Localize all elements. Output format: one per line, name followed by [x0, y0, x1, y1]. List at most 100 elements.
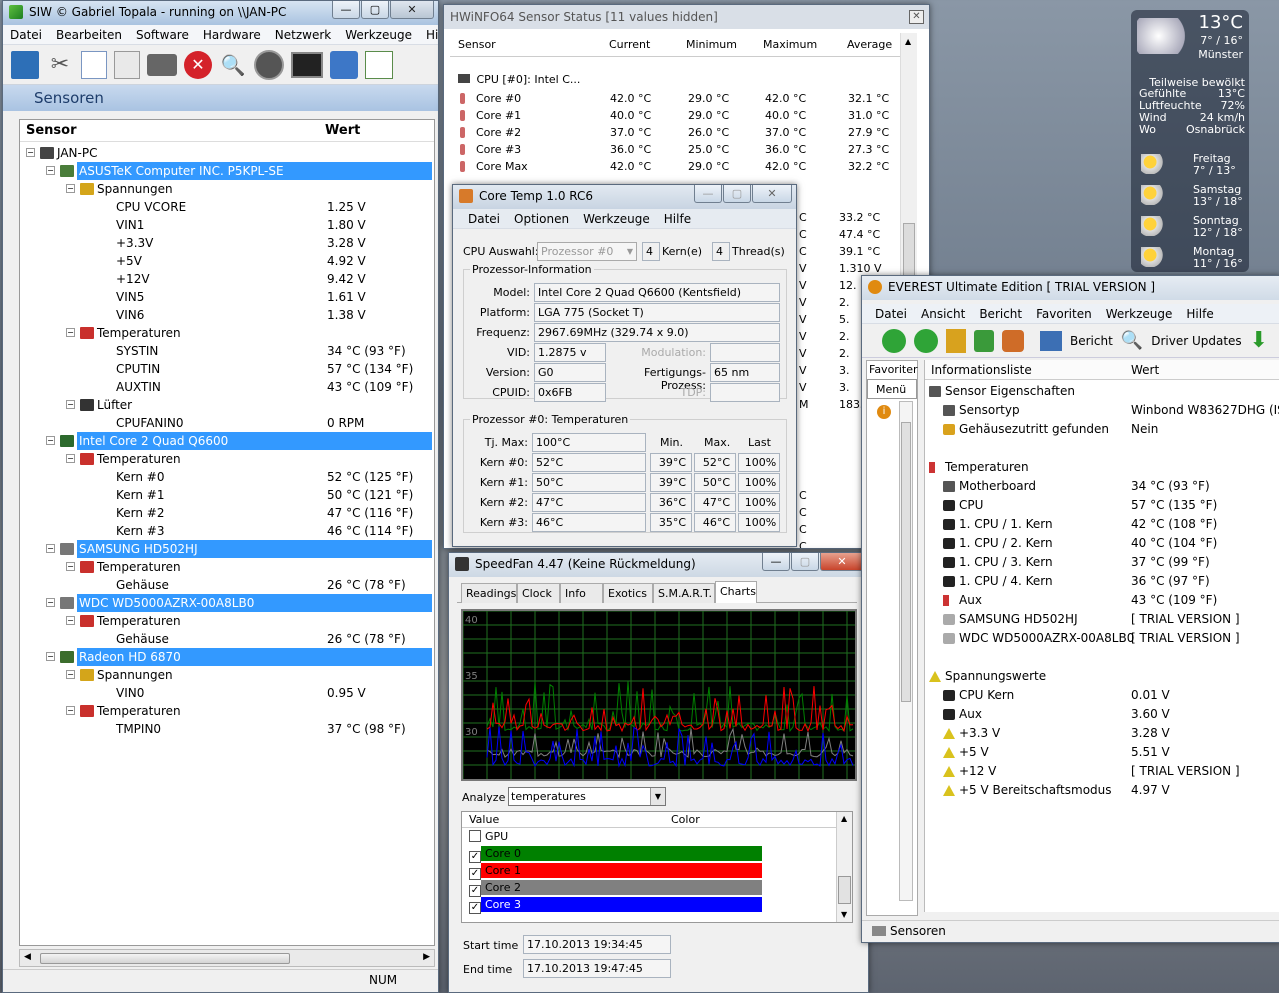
driver-updates-button[interactable]: Driver Updates — [1151, 334, 1241, 348]
weather-gadget[interactable]: 13°C 7° / 16° Münster Teilweise bewölkt … — [1131, 10, 1249, 272]
col-value[interactable]: Wert — [325, 123, 360, 138]
speedfan-titlebar[interactable]: SpeedFan 4.47 (Keine Rückmeldung) — ▢ ✕ — [449, 553, 868, 577]
expander-icon[interactable]: − — [66, 562, 75, 571]
info-row[interactable]: CPU Kern 0.01 V — [925, 686, 1279, 705]
tree-row[interactable]: − SAMSUNG HD502HJ — [20, 540, 434, 558]
tree-row[interactable]: Gehäuse 26 °C (78 °F) — [20, 630, 434, 648]
tree-row[interactable]: Kern #1 50 °C (121 °F) — [20, 486, 434, 504]
maximize-button[interactable]: ▢ — [361, 1, 389, 19]
forecast-day[interactable]: Samstag 13° / 18° — [1139, 181, 1245, 212]
legend-item[interactable]: ✓ Core 2 — [462, 879, 852, 897]
tree-row[interactable]: − Temperaturen — [20, 612, 434, 630]
info-row[interactable] — [925, 648, 1279, 667]
hwinfo-row[interactable]: Core Max 42.0 °C 29.0 °C 42.0 °C 32.2 °C — [458, 158, 898, 175]
scroll-right-icon[interactable]: ▶ — [423, 952, 430, 962]
users-icon[interactable] — [1002, 329, 1024, 352]
siw-titlebar[interactable]: SIW © Gabriel Topala - running on \\JAN-… — [3, 1, 438, 25]
save-icon[interactable] — [11, 50, 39, 79]
scroll-thumb[interactable] — [40, 953, 290, 964]
up-icon[interactable] — [946, 328, 966, 353]
legend-scrollbar[interactable]: ▲ ▼ — [836, 812, 852, 922]
expander-icon[interactable]: − — [66, 454, 75, 463]
coretemp-titlebar[interactable]: Core Temp 1.0 RC6 — ▢ ✕ — [453, 185, 796, 209]
info-row[interactable]: +5 V 5.51 V — [925, 743, 1279, 762]
tree-row[interactable]: Kern #2 47 °C (116 °F) — [20, 504, 434, 522]
col-sensor[interactable]: Sensor — [458, 38, 496, 51]
tree-row[interactable]: VIN0 0.95 V — [20, 684, 434, 702]
col-minimum[interactable]: Minimum — [686, 38, 737, 51]
print-icon[interactable] — [147, 53, 177, 76]
everest-menu-ansicht[interactable]: Ansicht — [914, 304, 972, 323]
analyze-select[interactable]: temperatures ▼ — [508, 787, 666, 806]
expander-icon[interactable]: − — [66, 706, 75, 715]
gauge-icon[interactable] — [254, 49, 284, 80]
siw-menu-hilfe[interactable]: Hilfe — [419, 25, 438, 44]
close-button[interactable]: ✕ — [390, 1, 434, 19]
info-row[interactable]: 1. CPU / 4. Kern 36 °C (97 °F) — [925, 572, 1279, 591]
siw-menu-software[interactable]: Software — [129, 25, 196, 44]
tree-row[interactable]: VIN6 1.38 V — [20, 306, 434, 324]
legend-checkbox[interactable] — [469, 830, 481, 842]
forecast-day[interactable]: Freitag 7° / 13° — [1139, 150, 1245, 181]
info-row[interactable]: SAMSUNG HD502HJ [ TRIAL VERSION ] — [925, 610, 1279, 629]
tree-row[interactable]: − Temperaturen — [20, 450, 434, 468]
everest-menu-bericht[interactable]: Bericht — [972, 304, 1029, 323]
info-row[interactable]: +5 V Bereitschaftsmodus 4.97 V — [925, 781, 1279, 800]
col-value[interactable]: Value — [469, 813, 499, 826]
hwinfo-row[interactable]: Core #3 36.0 °C 25.0 °C 36.0 °C 27.3 °C — [458, 141, 898, 158]
cpu-select[interactable]: Prozessor #0 ▼ — [537, 242, 637, 261]
tree-row[interactable]: AUXTIN 43 °C (109 °F) — [20, 378, 434, 396]
scroll-up-icon[interactable]: ▲ — [905, 37, 911, 46]
info-row[interactable]: 1. CPU / 2. Kern 40 °C (104 °F) — [925, 534, 1279, 553]
tree-row[interactable]: CPU VCORE 1.25 V — [20, 198, 434, 216]
expander-icon[interactable]: − — [46, 544, 55, 553]
info-row[interactable]: Gehäusezutritt gefunden Nein — [925, 420, 1279, 439]
tree-row[interactable]: Kern #3 46 °C (114 °F) — [20, 522, 434, 540]
expander-icon[interactable]: − — [46, 166, 55, 175]
col-color[interactable]: Color — [671, 813, 700, 826]
tree-row[interactable]: − Radeon HD 6870 — [20, 648, 434, 666]
coretemp-menu-optionen[interactable]: Optionen — [507, 209, 576, 228]
tree-row[interactable]: CPUFANIN0 0 RPM — [20, 414, 434, 432]
tree-row[interactable]: − Lüfter — [20, 396, 434, 414]
info-row[interactable]: Aux 3.60 V — [925, 705, 1279, 724]
search-icon[interactable]: 🔍 — [1121, 330, 1143, 351]
expander-icon[interactable]: − — [66, 616, 75, 625]
tree-row[interactable]: TMPIN0 37 °C (98 °F) — [20, 720, 434, 738]
tab-menu[interactable]: Menü — [867, 379, 917, 399]
everest-menu-werkzeuge[interactable]: Werkzeuge — [1099, 304, 1180, 323]
hwinfo-row[interactable]: Core #0 42.0 °C 29.0 °C 42.0 °C 32.1 °C — [458, 90, 898, 107]
siw-menu-netzwerk[interactable]: Netzwerk — [268, 25, 338, 44]
tree-row[interactable]: − WDC WD5000AZRX-00A8LB0 — [20, 594, 434, 612]
col-average[interactable]: Average — [847, 38, 892, 51]
tree-row[interactable]: +5V 4.92 V — [20, 252, 434, 270]
copy-icon[interactable] — [81, 50, 107, 79]
scissors-icon[interactable]: ✂ — [46, 51, 74, 79]
tab-smart[interactable]: S.M.A.R.T. — [653, 583, 715, 603]
info-row[interactable]: 1. CPU / 1. Kern 42 °C (108 °F) — [925, 515, 1279, 534]
search-icon[interactable]: 🔍 — [219, 51, 247, 79]
everest-menu-favoriten[interactable]: Favoriten — [1029, 304, 1099, 323]
info-row[interactable]: Spannungswerte — [925, 667, 1279, 686]
col-value[interactable]: Wert — [1131, 363, 1159, 377]
tree-row[interactable]: − Temperaturen — [20, 558, 434, 576]
scroll-thumb[interactable] — [838, 876, 851, 904]
forecast-day[interactable]: Montag 11° / 16° — [1139, 243, 1245, 274]
minimize-button[interactable]: — — [762, 553, 790, 571]
info-row[interactable]: +3.3 V 3.28 V — [925, 724, 1279, 743]
tree-row[interactable]: Kern #0 52 °C (125 °F) — [20, 468, 434, 486]
sidebar-scrollbar[interactable] — [899, 401, 913, 901]
info-row[interactable]: Motherboard 34 °C (93 °F) — [925, 477, 1279, 496]
expander-icon[interactable]: − — [46, 598, 55, 607]
everest-menu-datei[interactable]: Datei — [868, 304, 914, 323]
siw-menu-hardware[interactable]: Hardware — [196, 25, 268, 44]
network-icon[interactable] — [330, 50, 358, 79]
hwinfo-row[interactable]: Core #1 40.0 °C 29.0 °C 40.0 °C 31.0 °C — [458, 107, 898, 124]
siw-hscrollbar[interactable]: ◀ ▶ — [19, 949, 435, 967]
back-icon[interactable] — [882, 328, 906, 353]
hwinfo-group-row[interactable]: CPU [#0]: Intel C... — [458, 73, 580, 86]
tree-row[interactable]: − Temperaturen — [20, 702, 434, 720]
tree-row[interactable]: − Spannungen — [20, 180, 434, 198]
tree-row[interactable]: − Temperaturen — [20, 324, 434, 342]
expander-icon[interactable]: − — [66, 184, 75, 193]
